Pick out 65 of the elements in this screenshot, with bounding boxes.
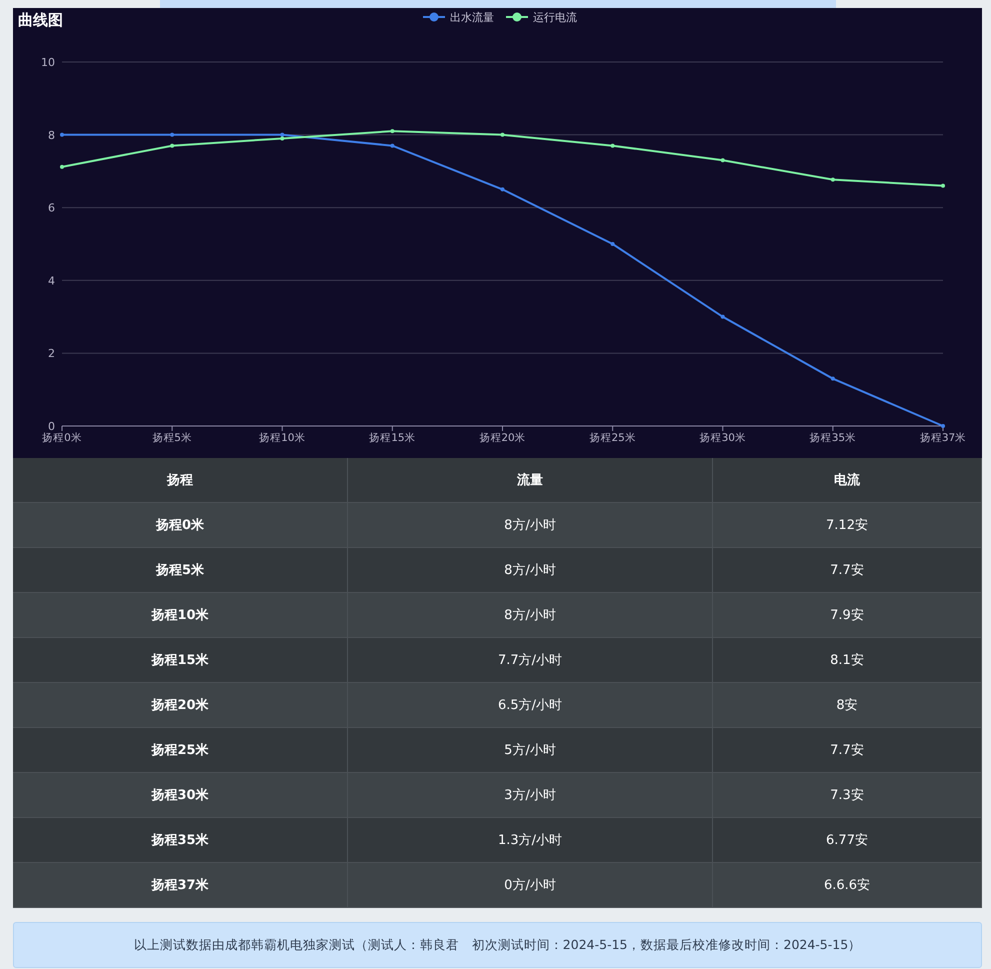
table-cell: 扬程25米: [13, 728, 348, 772]
table-cell: 扬程30米: [13, 772, 348, 818]
table-cell: 6.6.6安: [712, 862, 982, 908]
x-axis-label: 扬程10米: [259, 432, 306, 444]
y-axis-label: 10: [41, 56, 55, 69]
x-axis-label: 扬程5米: [152, 432, 192, 444]
table-cell: 扬程5米: [13, 548, 348, 592]
x-axis-label: 扬程37米: [920, 432, 966, 444]
table-cell: 5方/小时: [348, 728, 712, 772]
table-cell: 扬程20米: [13, 682, 348, 728]
y-axis-label: 0: [48, 420, 55, 433]
table-cell: 0方/小时: [348, 862, 712, 908]
table-cell: 扬程37米: [13, 862, 348, 908]
table-cell: 扬程10米: [13, 592, 348, 638]
table-cell: 扬程15米: [13, 638, 348, 682]
x-axis-label: 扬程30米: [700, 432, 746, 444]
data-point: [500, 187, 504, 192]
data-point: [720, 314, 725, 319]
x-axis-label: 扬程35米: [810, 432, 856, 444]
x-axis-label: 扬程25米: [589, 432, 636, 444]
table-cell: 8方/小时: [348, 502, 712, 548]
data-point: [830, 178, 835, 182]
table-cell: 8方/小时: [348, 548, 712, 592]
x-axis-label: 扬程15米: [369, 432, 416, 444]
table-cell: 7.7方/小时: [348, 638, 712, 682]
data-point: [720, 158, 725, 162]
data-point: [830, 376, 835, 381]
table-cell: 6.5方/小时: [348, 682, 712, 728]
table-cell: 6.77安: [712, 818, 982, 862]
chart-title: 曲线图: [18, 11, 63, 29]
x-axis-label: 扬程0米: [42, 432, 82, 444]
table-cell: 扬程0米: [13, 502, 348, 548]
x-axis-label: 扬程20米: [479, 432, 526, 444]
column-header: 流量: [348, 458, 712, 502]
table-cell: 扬程35米: [13, 818, 348, 862]
table-cell: 1.3方/小时: [348, 818, 712, 862]
column-header: 扬程: [13, 458, 348, 502]
y-axis-label: 2: [48, 347, 55, 360]
footer-note: 以上测试数据由成都韩霸机电独家测试（测试人：韩良君 初次测试时间：2024-5-15，数据最后校准修改时间：2024-5-15）: [134, 936, 862, 954]
legend-label[interactable]: 运行电流: [533, 11, 577, 24]
table-cell: 7.7安: [712, 728, 982, 772]
data-point: [500, 132, 504, 137]
table-cell: 8.1安: [712, 638, 982, 682]
table-cell: 7.12安: [712, 502, 982, 548]
table-cell: 7.9安: [712, 592, 982, 638]
table-cell: 3方/小时: [348, 772, 712, 818]
data-point: [60, 164, 64, 169]
column-header: 电流: [712, 458, 982, 502]
data-point: [941, 424, 945, 428]
data-point: [610, 144, 615, 148]
y-axis-label: 8: [48, 128, 55, 142]
data-point: [60, 132, 64, 137]
table-cell: 8方/小时: [348, 592, 712, 638]
data-point: [941, 184, 945, 188]
data-point: [390, 129, 394, 134]
data-point: [170, 132, 174, 137]
table-cell: 8安: [712, 682, 982, 728]
data-point: [170, 144, 174, 148]
table-cell: 7.3安: [712, 772, 982, 818]
y-axis-label: 4: [48, 274, 55, 288]
legend-label[interactable]: 出水流量: [450, 11, 494, 24]
y-axis-label: 6: [48, 202, 55, 215]
data-point: [390, 144, 394, 148]
table-cell: 7.7安: [712, 548, 982, 592]
data-point: [610, 242, 615, 246]
